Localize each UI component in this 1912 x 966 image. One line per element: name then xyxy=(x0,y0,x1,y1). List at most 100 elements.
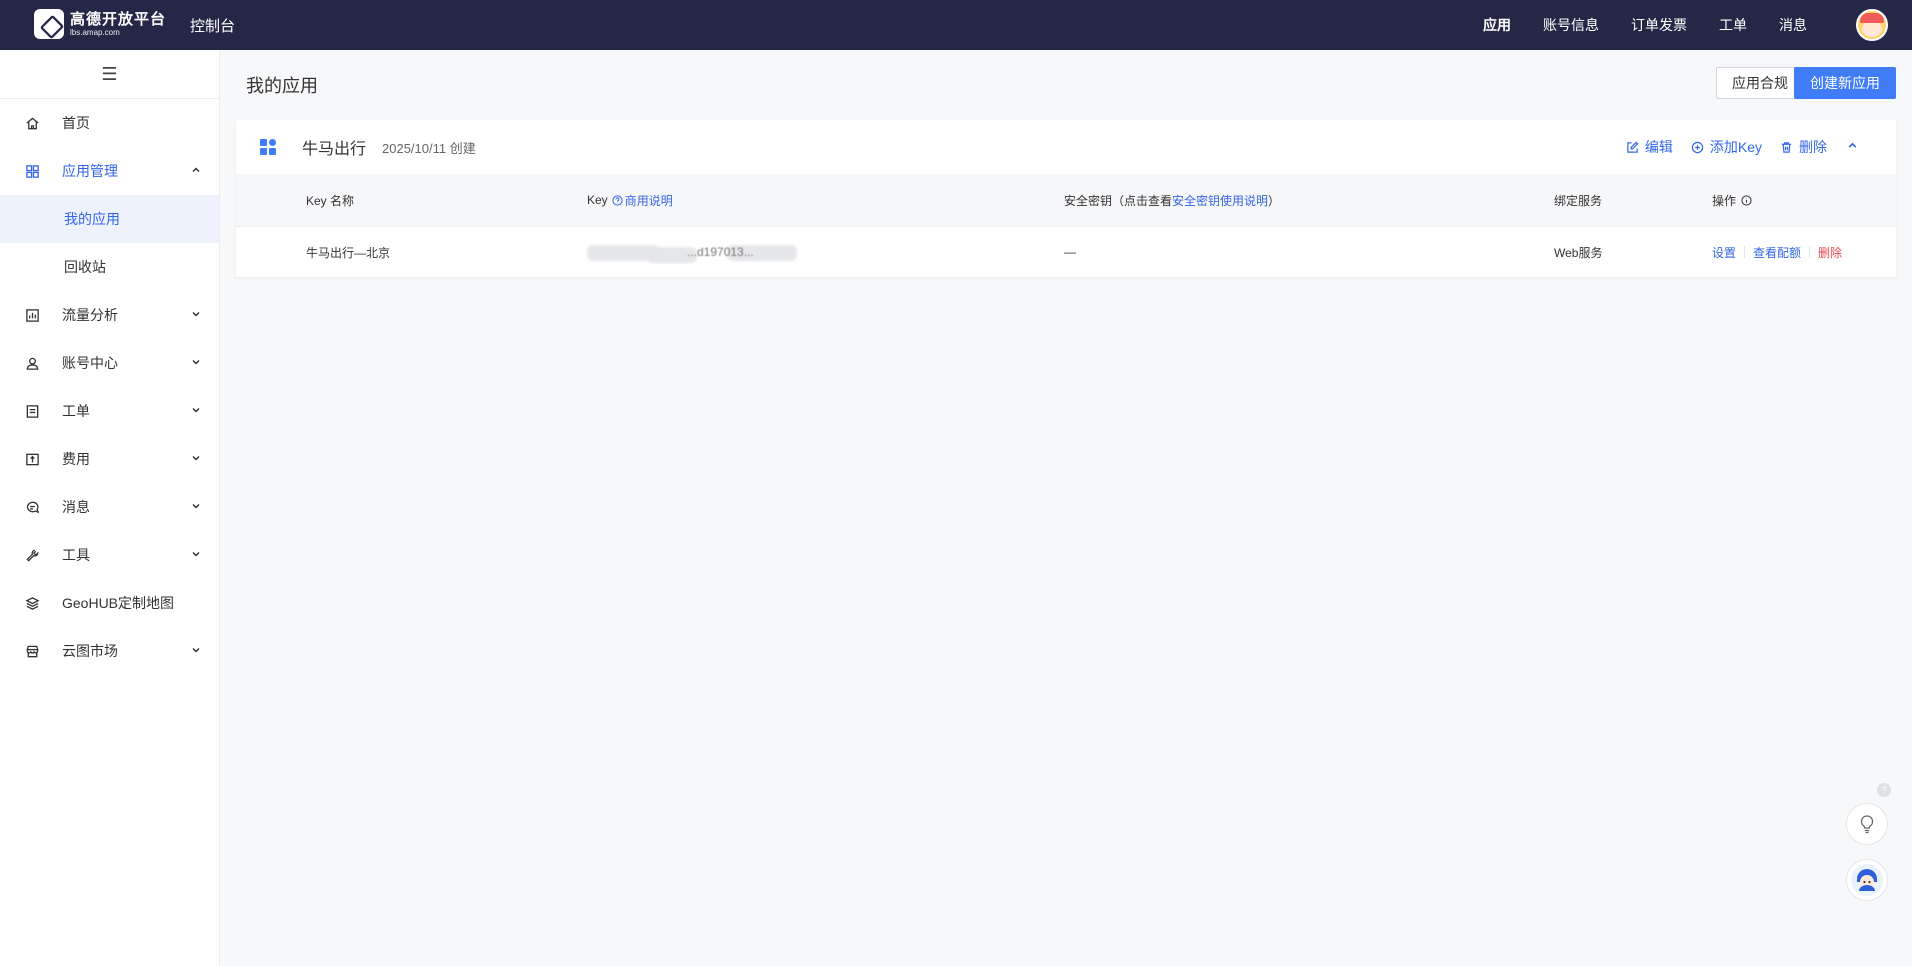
chevron-down-icon xyxy=(191,645,201,658)
sidebar-subitem-my-apps[interactable]: 我的应用 xyxy=(0,195,219,243)
app-name: 牛马出行 xyxy=(302,141,367,158)
top-nav: 应用 账号信息 订单发票 工单 消息 xyxy=(1451,0,1807,50)
chevron-down-icon xyxy=(191,453,201,466)
sidebar: ☰ 首页 应用管理 我的应用 回收站 流量分析 账号中心 工单 费用 消息 工具… xyxy=(0,50,220,966)
sidebar-item-label: 消息 xyxy=(62,499,90,515)
view-quota-link[interactable]: 查看配额 xyxy=(1753,244,1801,261)
nav-messages[interactable]: 消息 xyxy=(1779,15,1807,35)
amap-logo-icon xyxy=(34,9,64,39)
sidebar-item-label: 账号中心 xyxy=(62,355,118,371)
sidebar-item-geohub[interactable]: GeoHUB定制地图 xyxy=(0,579,219,627)
page-title: 我的应用 xyxy=(246,76,318,96)
ticket-icon xyxy=(24,403,40,419)
store-icon xyxy=(24,643,40,659)
col-secret: 安全密钥（点击查看 安全密钥使用说明 ） xyxy=(1064,192,1281,209)
sidebar-item-label: 流量分析 xyxy=(62,307,118,323)
billing-icon xyxy=(24,451,40,467)
sidebar-item-label: 首页 xyxy=(62,115,90,131)
main-content: 我的应用 应用合规 创建新应用 牛马出行 2025/10/11 创建 编辑 添加… xyxy=(220,50,1912,966)
chart-icon xyxy=(24,307,40,323)
ops-cell: 设置 查看配额 删除 xyxy=(1712,227,1842,277)
sidebar-item-tools[interactable]: 工具 xyxy=(0,531,219,579)
app-compliance-button[interactable]: 应用合规 xyxy=(1716,67,1804,99)
app-card-header: 牛马出行 2025/10/11 创建 编辑 添加Key 删除 xyxy=(236,120,1896,174)
logo-subtitle: lbs.amap.com xyxy=(70,27,120,37)
add-circle-icon xyxy=(1691,141,1704,153)
trash-icon xyxy=(1781,141,1792,153)
masked-key: ...d197013... xyxy=(587,241,797,263)
secret-cell: — xyxy=(1064,245,1076,259)
sidebar-item-tickets[interactable]: 工单 xyxy=(0,387,219,435)
sidebar-item-label: 应用管理 xyxy=(62,163,118,179)
delete-label: 删除 xyxy=(1799,139,1827,155)
create-app-button[interactable]: 创建新应用 xyxy=(1794,67,1896,99)
chevron-down-icon xyxy=(191,501,201,514)
nav-tickets[interactable]: 工单 xyxy=(1719,15,1747,35)
sidebar-item-traffic-analysis[interactable]: 流量分析 xyxy=(0,291,219,339)
apps-grid-icon xyxy=(24,163,40,179)
nav-account-info[interactable]: 账号信息 xyxy=(1543,15,1599,35)
sidebar-item-account-center[interactable]: 账号中心 xyxy=(0,339,219,387)
add-key-label: 添加Key xyxy=(1709,139,1762,155)
user-icon xyxy=(24,355,40,371)
wrench-icon xyxy=(24,547,40,563)
help-badge[interactable]: ? xyxy=(1877,783,1891,797)
info-icon[interactable] xyxy=(1741,194,1752,206)
help-circle-icon xyxy=(612,194,623,206)
col-ops: 操作 xyxy=(1712,174,1752,226)
lightbulb-icon[interactable] xyxy=(1846,803,1888,845)
console-title[interactable]: 控制台 xyxy=(190,15,235,36)
divider xyxy=(1744,246,1746,258)
menu-toggle-icon[interactable]: ☰ xyxy=(0,50,219,99)
key-name-cell: 牛马出行—北京 xyxy=(306,245,391,260)
message-icon xyxy=(24,499,40,515)
col-key-name: Key 名称 xyxy=(306,193,355,208)
chevron-down-icon xyxy=(191,357,201,370)
commercial-info-link[interactable]: 商用说明 xyxy=(625,192,673,209)
edit-icon xyxy=(1627,141,1639,153)
nav-apps[interactable]: 应用 xyxy=(1483,15,1511,35)
edit-app-button[interactable]: 编辑 xyxy=(1626,137,1673,157)
sidebar-item-label: 工单 xyxy=(62,403,90,419)
sidebar-subitem-recycle-bin[interactable]: 回收站 xyxy=(0,243,219,291)
secret-usage-link[interactable]: 安全密钥使用说明 xyxy=(1172,192,1268,209)
sidebar-item-home[interactable]: 首页 xyxy=(0,99,219,147)
amap-logo[interactable]: 高德开放平台 lbs.amap.com xyxy=(34,9,166,39)
sidebar-item-billing[interactable]: 费用 xyxy=(0,435,219,483)
table-row: 牛马出行—北京 ...d197013... — Web服务 设置 查看配额 删除 xyxy=(236,226,1896,277)
sidebar-item-cloud-map-market[interactable]: 云图市场 xyxy=(0,627,219,675)
edit-label: 编辑 xyxy=(1644,139,1673,155)
keys-table-header: Key 名称 Key 商用说明 安全密钥（点击查看 安全密钥使用说明 ） 绑定服… xyxy=(236,174,1896,226)
chevron-up-icon xyxy=(191,165,201,178)
app-card: 牛马出行 2025/10/11 创建 编辑 添加Key 删除 Key 名称 Ke… xyxy=(236,120,1896,277)
sidebar-item-label: GeoHUB定制地图 xyxy=(62,595,175,611)
chevron-down-icon xyxy=(191,405,201,418)
key-value-cell[interactable]: ...d197013... xyxy=(587,227,797,277)
col-service: 绑定服务 xyxy=(1554,193,1603,208)
delete-app-button[interactable]: 删除 xyxy=(1780,137,1827,157)
home-icon xyxy=(24,115,40,131)
delete-key-link[interactable]: 删除 xyxy=(1818,244,1842,261)
app-icon xyxy=(260,139,276,155)
app-created-date: 2025/10/11 创建 xyxy=(382,140,476,156)
user-avatar[interactable] xyxy=(1856,9,1888,41)
chevron-down-icon xyxy=(191,309,201,322)
sidebar-item-messages[interactable]: 消息 xyxy=(0,483,219,531)
sidebar-item-label: 工具 xyxy=(62,547,90,563)
divider xyxy=(1809,246,1811,258)
top-navbar: 高德开放平台 lbs.amap.com 控制台 应用 账号信息 订单发票 工单 … xyxy=(0,0,1912,50)
collapse-card-icon[interactable] xyxy=(1847,140,1858,154)
col-key: Key 商用说明 xyxy=(587,192,673,209)
logo-title: 高德开放平台 xyxy=(70,10,167,28)
chevron-down-icon xyxy=(191,549,201,562)
add-key-button[interactable]: 添加Key xyxy=(1691,137,1762,157)
layers-icon xyxy=(24,595,40,611)
app-actions: 编辑 添加Key 删除 xyxy=(1608,120,1858,174)
sidebar-item-label: 费用 xyxy=(62,451,90,467)
settings-link[interactable]: 设置 xyxy=(1712,244,1736,261)
nav-orders-invoices[interactable]: 订单发票 xyxy=(1631,15,1687,35)
service-cell: Web服务 xyxy=(1554,245,1603,260)
customer-service-avatar-icon[interactable] xyxy=(1846,859,1888,901)
sidebar-item-label: 云图市场 xyxy=(62,643,118,659)
sidebar-item-app-management[interactable]: 应用管理 xyxy=(0,147,219,195)
